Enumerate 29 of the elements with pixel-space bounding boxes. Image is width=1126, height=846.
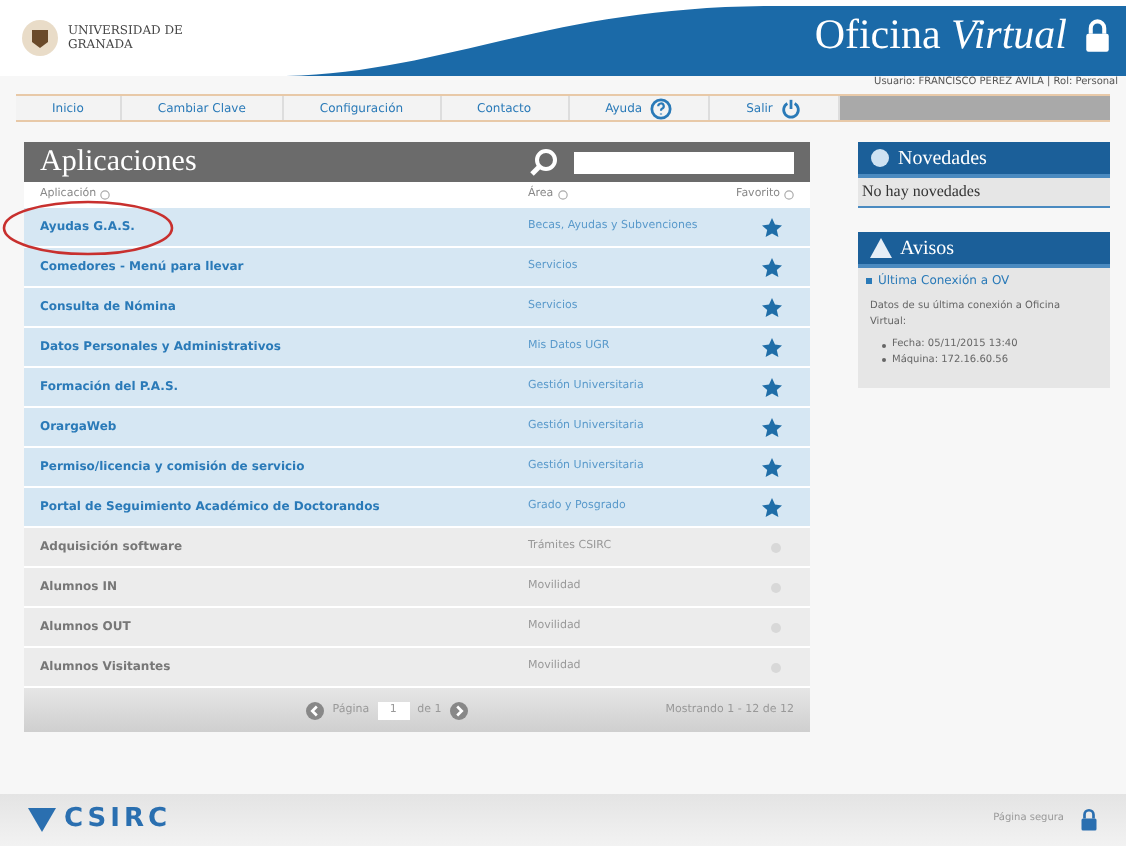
star-icon[interactable] [762, 417, 782, 437]
info-icon [784, 190, 794, 200]
panel-title: Aplicaciones [40, 143, 199, 182]
star-icon[interactable] [762, 257, 782, 277]
star-icon[interactable] [762, 497, 782, 517]
crest-icon [20, 18, 60, 58]
csirc-logo-icon [28, 808, 56, 832]
news-title: Novedades [898, 145, 987, 173]
search-field[interactable] [574, 151, 794, 173]
star-icon[interactable] [762, 217, 782, 237]
search-icon [530, 148, 558, 176]
info-icon [557, 190, 568, 200]
lock-icon [1083, 17, 1110, 53]
lock-icon [1080, 808, 1098, 832]
bullet-icon [866, 278, 872, 284]
csirc-logo: CSIRC [64, 802, 174, 839]
star-icon[interactable] [762, 337, 782, 357]
news-text: No hay novedades [858, 178, 1110, 208]
power-icon [780, 97, 803, 119]
notices-title: Avisos [900, 235, 955, 263]
help-icon [650, 97, 673, 119]
next-icon[interactable] [449, 701, 468, 719]
star-icon[interactable] [762, 457, 782, 477]
portal-title: Oficina Virtual [814, 14, 1067, 56]
star-icon[interactable] [762, 377, 782, 397]
warning-icon [870, 238, 892, 258]
info-icon [100, 190, 111, 200]
previous-icon[interactable] [306, 701, 325, 719]
star-icon[interactable] [762, 297, 782, 317]
